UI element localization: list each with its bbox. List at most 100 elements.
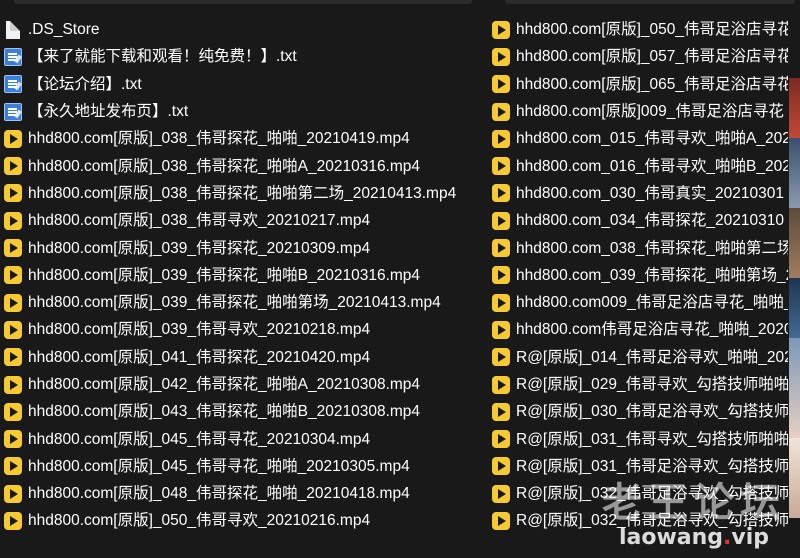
file-name-label: hhd800.com[原版]_057_伟哥足浴店寻花 xyxy=(516,48,788,66)
video-file-icon xyxy=(492,348,510,367)
file-name-label: hhd800.com[原版]_038_伟哥探花_啪啪A_20210316.mp4 xyxy=(28,157,421,175)
file-list-item[interactable]: 【来了就能下载和观看！纯免费！】.txt xyxy=(4,43,484,70)
video-file-icon xyxy=(4,320,22,339)
file-list-item[interactable]: R@[原版]_029_伟哥寻欢_勾搭技师啪啪 xyxy=(492,371,788,398)
file-list-item[interactable]: hhd800.com[原版]_039_伟哥探花_20210309.mp4 xyxy=(4,234,484,261)
file-list-item[interactable]: hhd800.com_034_伟哥探花_20210310 xyxy=(492,207,788,234)
file-list-item[interactable]: hhd800.com_038_伟哥探花_啪啪第二场 xyxy=(492,234,788,261)
file-name-label: hhd800.com[原版]009_伟哥足浴店寻花 xyxy=(516,103,784,121)
file-list-item[interactable]: R@[原版]_031_伟哥足浴寻欢_勾搭技师啪 xyxy=(492,453,788,480)
text-file-icon xyxy=(4,75,22,94)
file-name-label: hhd800.com[原版]_039_伟哥探花_啪啪第场_20210413.mp… xyxy=(28,294,441,312)
file-list-item[interactable]: hhd800.com[原版]_039_伟哥探花_啪啪B_20210316.mp4 xyxy=(4,262,484,289)
video-file-icon xyxy=(4,157,22,176)
file-list-item[interactable]: hhd800.com[原版]_043_伟哥探花_啪啪B_20210308.mp4 xyxy=(4,398,484,425)
video-file-icon xyxy=(492,211,510,230)
path-bar-left[interactable] xyxy=(14,0,472,4)
file-list-item[interactable]: 【永久地址发布页】.txt xyxy=(4,98,484,125)
video-file-icon xyxy=(4,375,22,394)
file-list-item[interactable]: hhd800.com_039_伟哥探花_啪啪第场_2 xyxy=(492,262,788,289)
file-list-item[interactable]: hhd800.com_015_伟哥寻欢_啪啪A_202 xyxy=(492,125,788,152)
file-name-label: .DS_Store xyxy=(28,21,100,39)
file-name-label: R@[原版]_031_伟哥足浴寻欢_勾搭技师啪 xyxy=(516,457,788,475)
file-list-item[interactable]: hhd800.com009_伟哥足浴店寻花_啪啪_ xyxy=(492,289,788,316)
file-list-item[interactable]: hhd800.com[原版]_048_伟哥探花_啪啪_20210418.mp4 xyxy=(4,480,484,507)
file-list-item[interactable]: hhd800.com[原版]_065_伟哥足浴店寻花 xyxy=(492,71,788,98)
file-list-item[interactable]: hhd800.com_030_伟哥真实_20210301 xyxy=(492,180,788,207)
preview-thumbnail xyxy=(789,78,800,138)
video-file-icon xyxy=(492,20,510,39)
file-list-item[interactable]: R@[原版]_030_伟哥足浴寻欢_勾搭技师啪 xyxy=(492,398,788,425)
file-list-item[interactable]: hhd800.com伟哥足浴店寻花_啪啪_2020 xyxy=(492,316,788,343)
video-file-icon xyxy=(4,293,22,312)
file-list-item[interactable]: hhd800.com[原版]_050_伟哥足浴店寻花 xyxy=(492,16,788,43)
file-name-label: hhd800.com_015_伟哥寻欢_啪啪A_202 xyxy=(516,130,788,148)
file-name-label: hhd800.com_034_伟哥探花_20210310 xyxy=(516,212,784,230)
preview-thumbnail xyxy=(789,208,800,278)
video-file-icon xyxy=(4,129,22,148)
file-name-label: R@[原版]_031_伟哥寻欢_勾搭技师啪啪 xyxy=(516,430,788,448)
file-list-item[interactable]: hhd800.com[原版]_045_伟哥寻花_啪啪_20210305.mp4 xyxy=(4,453,484,480)
file-list-item[interactable]: hhd800.com[原版]_038_伟哥探花_啪啪A_20210316.mp4 xyxy=(4,152,484,179)
file-list-item[interactable]: hhd800.com[原版]_038_伟哥寻欢_20210217.mp4 xyxy=(4,207,484,234)
file-list-item[interactable]: hhd800.com[原版]_038_伟哥探花_啪啪第二场_20210413.m… xyxy=(4,180,484,207)
path-bar-right[interactable] xyxy=(505,0,795,4)
file-list-right-column: hhd800.com[原版]_050_伟哥足浴店寻花 hhd800.com[原版]… xyxy=(492,16,788,535)
file-name-label: hhd800.com[原版]_048_伟哥探花_啪啪_20210418.mp4 xyxy=(28,485,410,503)
file-name-label: hhd800.com_030_伟哥真实_20210301 xyxy=(516,184,784,202)
file-name-label: hhd800.com[原版]_050_伟哥寻欢_20210216.mp4 xyxy=(28,512,371,530)
file-name-label: hhd800.com_038_伟哥探花_啪啪第二场 xyxy=(516,239,788,257)
file-list-item[interactable]: hhd800.com[原版]_045_伟哥寻花_20210304.mp4 xyxy=(4,425,484,452)
video-file-icon xyxy=(492,293,510,312)
file-name-label: 【来了就能下载和观看！纯免费！】.txt xyxy=(28,48,297,66)
file-list-item[interactable]: hhd800.com[原版]_042_伟哥探花_啪啪A_20210308.mp4 xyxy=(4,371,484,398)
file-name-label: 【论坛介绍】.txt xyxy=(28,75,142,93)
video-file-icon xyxy=(492,375,510,394)
file-list-item[interactable]: R@[原版]_031_伟哥寻欢_勾搭技师啪啪 xyxy=(492,425,788,452)
file-list-item[interactable]: 【论坛介绍】.txt xyxy=(4,71,484,98)
preview-thumbnail xyxy=(789,438,800,518)
text-file-icon xyxy=(4,102,22,121)
video-file-icon xyxy=(4,211,22,230)
file-name-label: R@[原版]_032_伟哥足浴寻欢_勾搭技师啪 xyxy=(516,485,788,503)
video-file-icon xyxy=(4,184,22,203)
video-file-icon xyxy=(492,457,510,476)
file-name-label: hhd800.com[原版]_042_伟哥探花_啪啪A_20210308.mp4 xyxy=(28,376,421,393)
file-list-item[interactable]: hhd800.com[原版]_050_伟哥寻欢_20210216.mp4 xyxy=(4,507,484,534)
file-name-label: R@[原版]_030_伟哥足浴寻欢_勾搭技师啪 xyxy=(516,403,788,421)
file-list-item[interactable]: hhd800.com[原版]_039_伟哥探花_啪啪第场_20210413.mp… xyxy=(4,289,484,316)
video-file-icon xyxy=(4,457,22,476)
video-file-icon xyxy=(4,348,22,367)
video-file-icon xyxy=(492,320,510,339)
file-list-item[interactable]: hhd800.com[原版]_057_伟哥足浴店寻花 xyxy=(492,43,788,70)
preview-thumbnail xyxy=(789,138,800,208)
file-list-item[interactable]: R@[原版]_032_伟哥足浴寻欢_勾搭技师啪 xyxy=(492,507,788,534)
file-list-item[interactable]: hhd800.com[原版]_039_伟哥寻欢_20210218.mp4 xyxy=(4,316,484,343)
video-file-icon xyxy=(492,402,510,421)
video-file-icon xyxy=(4,484,22,503)
video-file-icon xyxy=(492,129,510,148)
video-file-icon xyxy=(492,430,510,449)
file-list-item[interactable]: .DS_Store xyxy=(4,16,484,43)
preview-thumbnail xyxy=(789,338,800,438)
preview-thumbnail xyxy=(789,278,800,338)
file-list-item[interactable]: R@[原版]_032_伟哥足浴寻欢_勾搭技师啪 xyxy=(492,480,788,507)
file-name-label: R@[原版]_032_伟哥足浴寻欢_勾搭技师啪 xyxy=(516,512,788,530)
file-list-item[interactable]: hhd800.com[原版]009_伟哥足浴店寻花 xyxy=(492,98,788,125)
file-name-label: R@[原版]_029_伟哥寻欢_勾搭技师啪啪 xyxy=(516,376,788,393)
file-name-label: hhd800.com[原版]_038_伟哥寻欢_20210217.mp4 xyxy=(28,212,371,230)
file-list-item[interactable]: hhd800.com[原版]_038_伟哥探花_啪啪_20210419.mp4 xyxy=(4,125,484,152)
file-name-label: hhd800.com[原版]_050_伟哥足浴店寻花 xyxy=(516,21,788,39)
video-file-icon xyxy=(492,47,510,66)
preview-strip xyxy=(788,38,800,558)
file-list-item[interactable]: hhd800.com[原版]_041_伟哥探花_20210420.mp4 xyxy=(4,344,484,371)
file-list-item[interactable]: R@[原版]_014_伟哥足浴寻欢_啪啪_202 xyxy=(492,344,788,371)
file-list-item[interactable]: hhd800.com_016_伟哥寻欢_啪啪B_202 xyxy=(492,152,788,179)
file-name-label: 【永久地址发布页】.txt xyxy=(28,103,189,121)
video-file-icon xyxy=(492,102,510,121)
video-file-icon xyxy=(4,402,22,421)
blank-file-icon xyxy=(6,20,20,39)
video-file-icon xyxy=(492,511,510,530)
file-name-label: hhd800.com[原版]_045_伟哥寻花_20210304.mp4 xyxy=(28,430,371,448)
video-file-icon xyxy=(4,430,22,449)
